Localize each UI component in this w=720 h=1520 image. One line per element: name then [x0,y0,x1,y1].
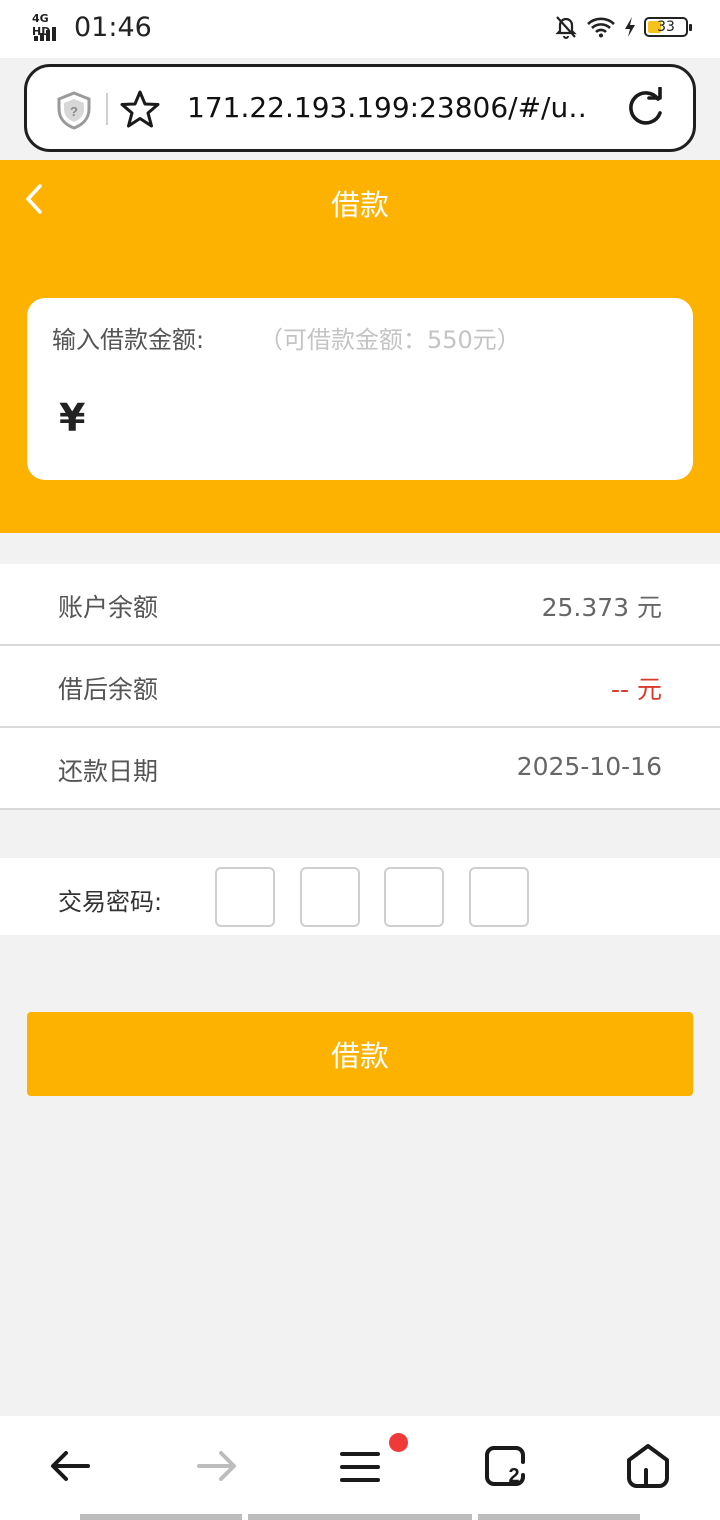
bell-off-icon [555,16,577,39]
balance-value: 25.373 元 [541,593,662,622]
amount-label: 输入借款金额: [52,326,205,354]
page-title: 借款 [330,188,389,222]
forward-arrow-icon[interactable] [193,1442,241,1490]
charging-icon [625,17,635,37]
after-borrow-value: -- 元 [611,675,662,704]
status-bar: 4G HD 01:46 33 [0,0,720,58]
app-header: 借款 输入借款金额: （可借款金额：550元） ¥ [0,160,720,533]
tab-count: 2 [508,1465,519,1487]
gesture-bar-right [478,1514,640,1520]
reload-icon[interactable] [623,87,667,131]
wifi-icon [587,17,615,38]
after-borrow-label: 借后余额 [58,675,159,704]
browser-url-bar[interactable]: ? 171.22.193.199:23806/#/u… [24,64,696,152]
info-row-after-borrow: 借后余额 -- 元 [0,646,720,728]
url-divider [106,93,108,125]
menu-icon[interactable] [336,1442,384,1490]
password-label: 交易密码: [58,888,163,916]
password-digit-2[interactable] [300,867,360,927]
amount-hint: （可借款金额：550元） [259,326,521,354]
bookmark-star-icon[interactable] [119,89,161,129]
amount-input[interactable] [107,396,667,442]
tabs-icon[interactable]: 2 [480,1442,528,1490]
info-row-due-date: 还款日期 2025-10-16 [0,728,720,810]
battery-icon: 33 [644,17,692,37]
password-digit-3[interactable] [384,867,444,927]
url-text[interactable]: 171.22.193.199:23806/#/u… [187,91,587,124]
gesture-bar-left [80,1514,242,1520]
due-date-value: 2025-10-16 [516,752,662,781]
info-list: 账户余额 25.373 元 借后余额 -- 元 还款日期 2025-10-16 [0,564,720,810]
cellular-signal-icon: 4G HD [32,12,68,42]
status-time: 01:46 [74,12,152,43]
borrow-button[interactable]: 借款 [27,1012,693,1096]
password-digit-1[interactable] [215,867,275,927]
currency-symbol: ¥ [59,396,86,440]
amount-card: 输入借款金额: （可借款金额：550元） ¥ [27,298,693,480]
notification-dot [389,1433,408,1452]
due-date-label: 还款日期 [58,757,159,786]
info-row-balance: 账户余额 25.373 元 [0,564,720,646]
back-arrow-icon[interactable] [46,1442,94,1490]
balance-label: 账户余额 [58,593,159,622]
gesture-bar-center [248,1514,472,1520]
security-shield-icon[interactable]: ? [55,90,93,130]
home-icon[interactable] [624,1442,672,1490]
battery-level: 33 [657,19,675,35]
password-section: 交易密码: [0,858,720,935]
password-digit-4[interactable] [469,867,529,927]
svg-text:?: ? [70,104,78,119]
browser-bottom-nav: 2 [0,1416,720,1520]
